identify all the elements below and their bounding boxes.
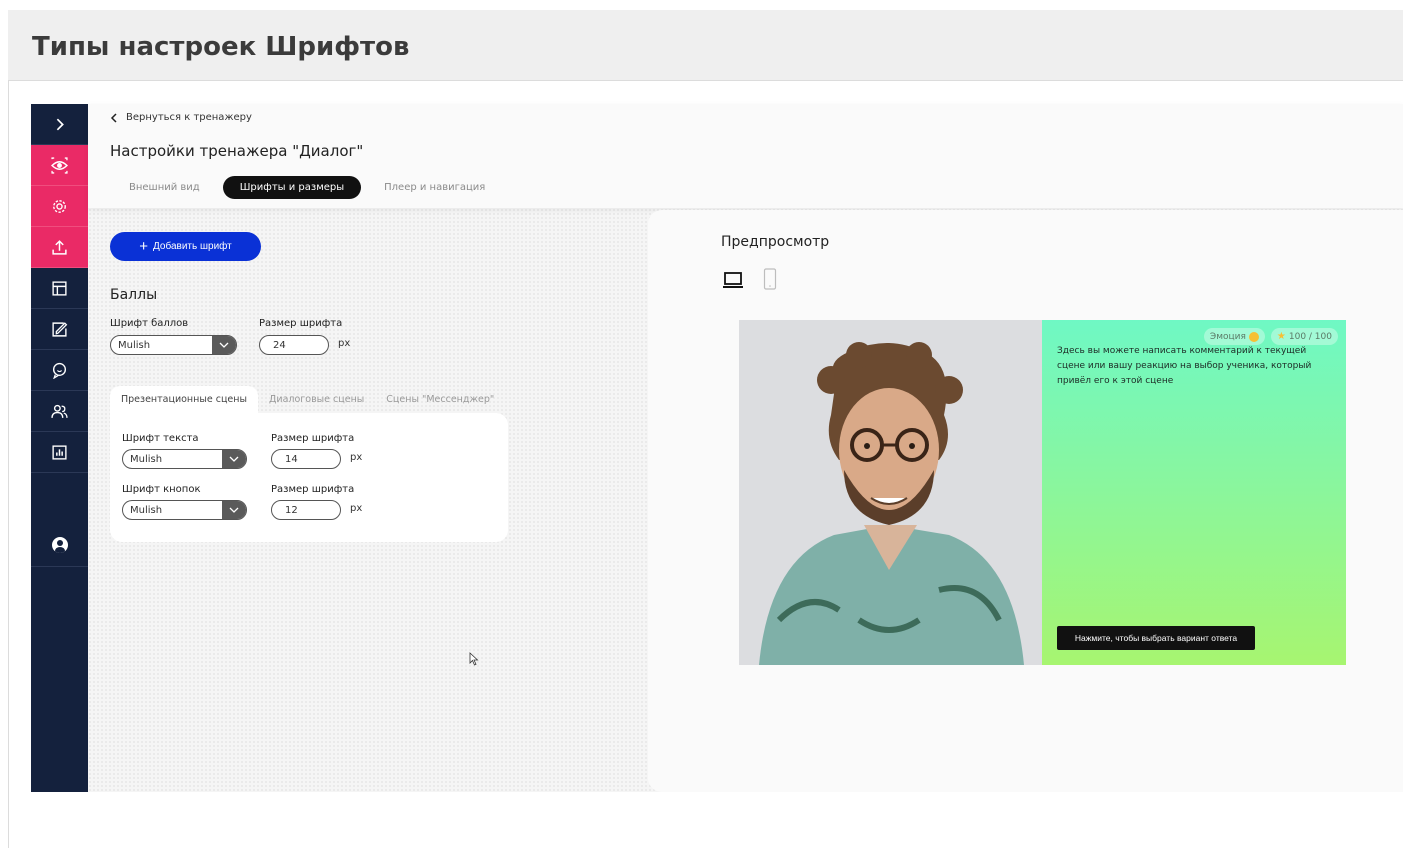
scene-badges: Эмоция ★ 100 / 100: [1203, 328, 1338, 345]
scene-font-card: Шрифт текста Mulish Размер шрифта 14 px …: [110, 413, 508, 542]
add-font-button[interactable]: + Добавить шрифт: [110, 232, 261, 261]
score-label: 100 / 100: [1288, 331, 1332, 342]
sidebar-item-dialog[interactable]: [31, 350, 88, 391]
score-badge: ★ 100 / 100: [1270, 328, 1338, 345]
mouse-cursor-icon: [469, 652, 479, 666]
emotion-label: Эмоция: [1209, 331, 1246, 342]
score-font-value: Mulish: [118, 339, 151, 351]
sidebar-item-analytics[interactable]: [31, 432, 88, 473]
text-font-label: Шрифт текста: [122, 433, 199, 444]
laptop-icon[interactable]: [722, 270, 744, 290]
chevron-down-icon: [212, 336, 236, 354]
preview-panel: Предпросмотр Эмоция ★ 100 / 100 Здесь вы…: [648, 210, 1403, 792]
tab-dialog-scenes[interactable]: Диалоговые сцены: [258, 386, 375, 414]
top-bar: Вернуться к тренажеру Настройки тренажер…: [88, 104, 1403, 208]
score-section-title: Баллы: [110, 287, 158, 303]
scene-comment: Здесь вы можете написать комментарий к т…: [1057, 346, 1312, 386]
score-font-label: Шрифт баллов: [110, 318, 189, 329]
smile-emoji-icon: [1248, 331, 1259, 342]
tab-appearance[interactable]: Внешний вид: [118, 177, 211, 198]
choose-answer-button[interactable]: Нажмите, чтобы выбрать вариант ответа: [1057, 626, 1255, 650]
text-font-value: Mulish: [130, 453, 163, 465]
text-font-select[interactable]: Mulish: [122, 449, 247, 469]
button-font-value: Mulish: [130, 504, 163, 516]
sidebar-item-users[interactable]: [31, 391, 88, 432]
sidebar: [31, 104, 88, 792]
eye-icon: [51, 156, 68, 174]
score-font-select[interactable]: Mulish: [110, 335, 237, 355]
settings-tabs: Внешний вид Шрифты и размеры Плеер и нав…: [118, 176, 508, 199]
button-font-select[interactable]: Mulish: [122, 500, 247, 520]
plus-icon: +: [139, 237, 149, 255]
back-link[interactable]: Вернуться к тренажеру: [110, 112, 252, 123]
emotion-badge: Эмоция: [1203, 328, 1265, 345]
sidebar-item-preview[interactable]: [31, 145, 88, 186]
tab-player-navigation[interactable]: Плеер и навигация: [373, 177, 496, 198]
tab-presentation-scenes[interactable]: Презентационные сцены: [110, 386, 258, 414]
button-size-label: Размер шрифта: [271, 484, 355, 495]
button-size-input[interactable]: 12: [271, 500, 341, 520]
sidebar-item-upload[interactable]: [31, 227, 88, 268]
sidebar-item-settings[interactable]: [31, 186, 88, 227]
score-size-label: Размер шрифта: [259, 318, 343, 329]
text-size-input[interactable]: 14: [271, 449, 341, 469]
chat-icon: [52, 362, 67, 379]
tab-messenger-scenes[interactable]: Сцены "Мессенджер": [375, 386, 505, 414]
chevron-down-icon: [222, 501, 246, 519]
scene-text-area: Эмоция ★ 100 / 100 Здесь вы можете напис…: [1042, 320, 1346, 665]
preview-title: Предпросмотр: [721, 234, 830, 250]
scene-preview: Эмоция ★ 100 / 100 Здесь вы можете напис…: [739, 320, 1346, 665]
page-title: Типы настроек Шрифтов: [32, 32, 410, 62]
sidebar-item-profile[interactable]: [31, 524, 88, 567]
chevron-left-icon: [110, 112, 117, 123]
chevron-down-icon: [222, 450, 246, 468]
phone-icon[interactable]: [763, 268, 777, 290]
score-size-unit: px: [338, 338, 351, 349]
sidebar-item-edit[interactable]: [31, 309, 88, 350]
sidebar-item-layout[interactable]: [31, 268, 88, 309]
back-link-label: Вернуться к тренажеру: [126, 112, 252, 123]
score-size-input[interactable]: 24: [259, 335, 329, 355]
add-font-label: Добавить шрифт: [153, 241, 232, 252]
button-size-unit: px: [350, 503, 363, 514]
avatar-icon: [51, 537, 68, 553]
sidebar-toggle-button[interactable]: [31, 104, 88, 145]
upload-icon: [52, 239, 67, 255]
analytics-icon: [52, 444, 67, 460]
button-font-label: Шрифт кнопок: [122, 484, 201, 495]
main-content: Вернуться к тренажеру Настройки тренажер…: [88, 104, 1403, 792]
text-size-label: Размер шрифта: [271, 433, 355, 444]
chevron-right-icon: [56, 118, 64, 130]
settings-title: Настройки тренажера "Диалог": [110, 142, 364, 160]
page-header: Типы настроек Шрифтов: [8, 10, 1403, 81]
layout-icon: [52, 280, 67, 296]
scene-tabs: Презентационные сцены Диалоговые сцены С…: [110, 386, 505, 414]
character-photo: [739, 320, 1042, 665]
tab-fonts-sizes[interactable]: Шрифты и размеры: [222, 176, 362, 199]
text-size-unit: px: [350, 452, 363, 463]
edit-icon: [52, 321, 68, 337]
gear-icon: [53, 199, 66, 213]
users-icon: [51, 404, 68, 418]
star-icon: ★: [1276, 331, 1286, 342]
